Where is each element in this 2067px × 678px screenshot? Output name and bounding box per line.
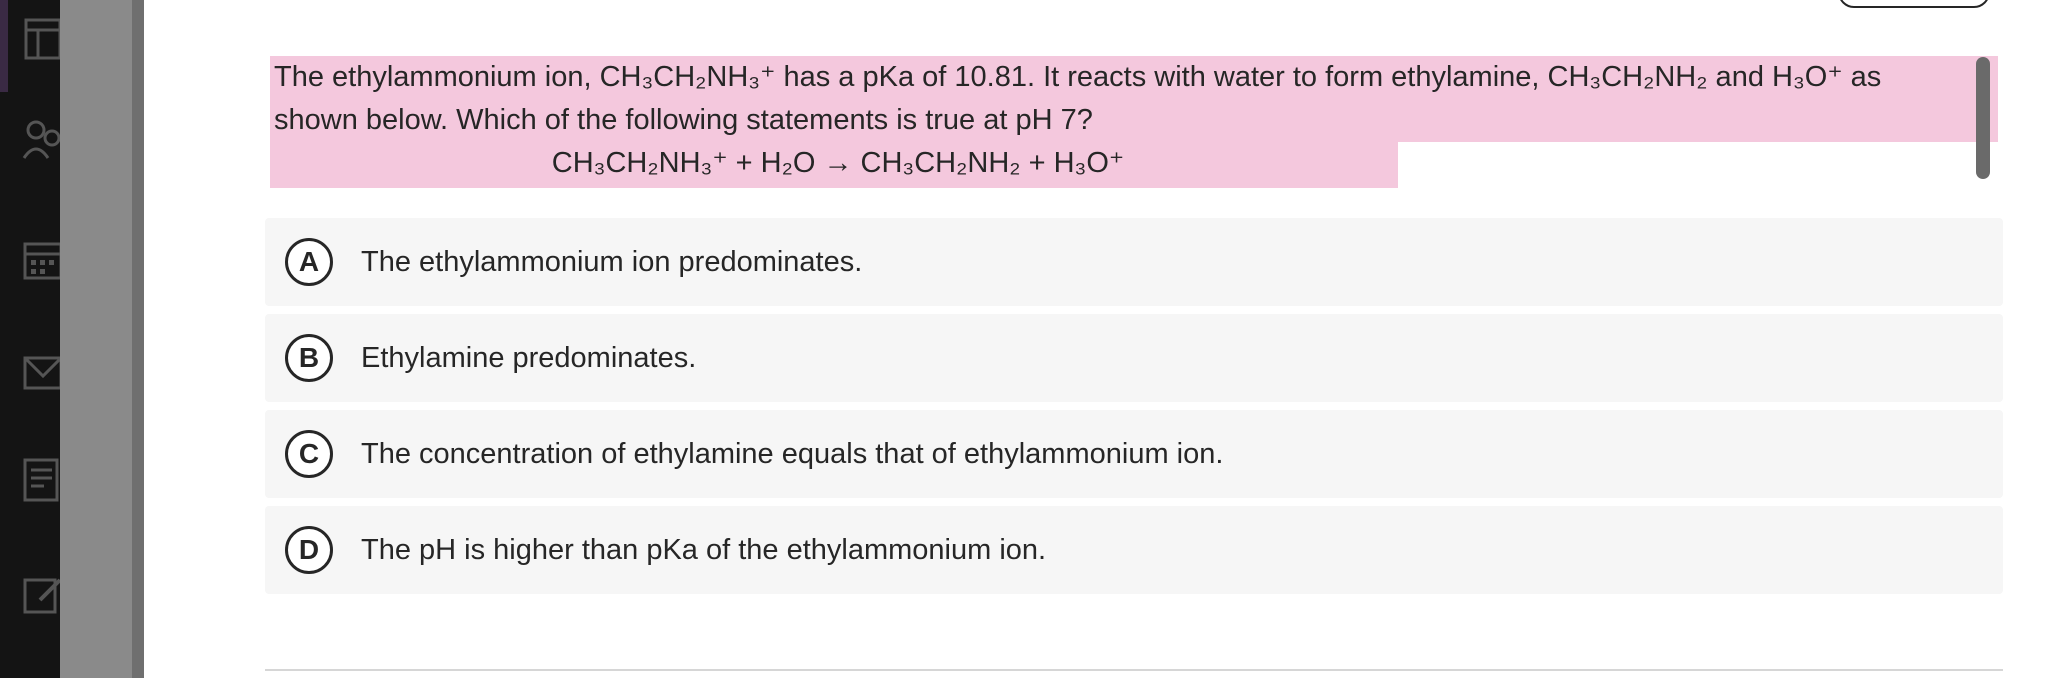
answer-option-c[interactable]: C The concentration of ethylamine equals… [265,410,2003,498]
reaction-equation: CH₃CH₂NH₃⁺ + H₂O → CH₃CH₂NH₂ + H₃O⁺ [551,147,1125,179]
option-text-b: Ethylamine predominates. [361,342,697,374]
option-letter-c: C [285,430,333,478]
section-divider [265,669,2003,671]
answer-option-d[interactable]: D The pH is higher than pKa of the ethyl… [265,506,2003,594]
grades-icon[interactable] [22,456,62,504]
scrollbar-thumb[interactable] [1976,57,1990,179]
question-line-2: shown below. Which of the following stat… [274,104,1093,136]
option-text-c: The concentration of ethylamine equals t… [361,438,1224,470]
course-icon[interactable] [22,14,62,62]
option-text-a: The ethylammonium ion predominates. [361,246,863,278]
option-letter-a: A [285,238,333,286]
option-letter-b: B [285,334,333,382]
left-navigation-rail [0,0,62,678]
edit-icon[interactable] [22,570,62,618]
people-icon[interactable] [22,118,62,166]
option-text-d: The pH is higher than pKa of the ethylam… [361,534,1047,566]
overlay-shade-edge [132,0,144,678]
calendar-icon[interactable] [22,236,62,284]
answer-option-b[interactable]: B Ethylamine predominates. [265,314,2003,402]
answer-option-a[interactable]: A The ethylammonium ion predominates. [265,218,2003,306]
option-letter-d: D [285,526,333,574]
active-indicator [0,0,8,92]
messages-icon[interactable] [22,350,62,398]
top-button[interactable] [1838,0,1990,8]
question-line-1: The ethylammonium ion, CH₃CH₂NH₃⁺ has a … [274,61,1882,93]
question-stem: The ethylammonium ion, CH₃CH₂NH₃⁺ has a … [270,56,1998,188]
